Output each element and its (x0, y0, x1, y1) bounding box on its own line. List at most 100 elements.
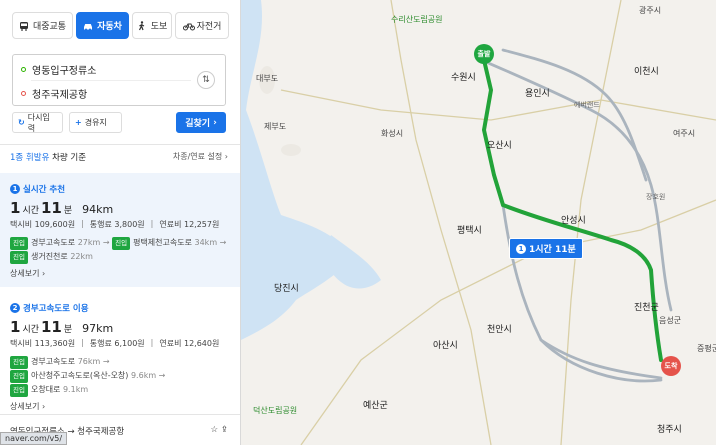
end-marker[interactable]: 도착 (661, 356, 681, 376)
walk-icon (137, 20, 147, 31)
badge-time: 1시간 11분 (529, 245, 576, 255)
place-label: 아산시 (433, 341, 458, 351)
place-label: 오산시 (487, 141, 512, 151)
route-title-text: 실시간 추천 (23, 185, 66, 195)
origin-field[interactable]: 영동입구정류소 (21, 62, 96, 77)
footer-icons: ☆ ⇪ (211, 425, 228, 437)
place-label: 에버랜드 (574, 101, 600, 109)
place-label: 이천시 (634, 67, 659, 77)
status-url: naver.com/v5/ (0, 432, 68, 445)
road-name: 아산청주고속도로(옥산-오창) (30, 371, 129, 380)
reset-button[interactable]: ↻ 다시입력 (12, 112, 63, 133)
place-label: 대부도 (256, 74, 279, 83)
route-costs: 택시비 113,360원 | 통행료 6,100원 | 연료비 12,640원 (10, 338, 230, 349)
plus-icon: + (75, 118, 82, 127)
route-costs: 택시비 109,600원 | 통행료 3,800원 | 연료비 12,257원 (10, 219, 230, 230)
swap-icon[interactable]: ⇅ (197, 71, 215, 89)
detail-link[interactable]: 상세보기 › (10, 401, 230, 412)
minute-unit: 분 (63, 206, 73, 216)
arrow-icon: → (102, 357, 110, 366)
hours: 1 (10, 199, 21, 217)
road-name: 경부고속도로 (30, 357, 76, 366)
road-tag: 진입 (10, 384, 28, 397)
road-line (280, 89, 716, 121)
add-waypoint-button[interactable]: + 경유지 (69, 112, 122, 133)
road-tag: 진입 (10, 251, 28, 264)
origin-dot-icon (21, 67, 26, 72)
fuel-cost: 연료비 12,640원 (159, 339, 220, 348)
bus-icon (19, 21, 29, 31)
tab-car[interactable]: 자동차 (76, 12, 129, 39)
place-label: 제부도 (264, 122, 287, 131)
route-distance: 97km (82, 322, 114, 335)
chevron-right-icon: › (213, 117, 217, 128)
toll-fee: 통행료 3,800원 (89, 220, 145, 229)
destination-dot-icon (21, 91, 26, 96)
place-label: 덕산도립공원 (253, 406, 298, 415)
refresh-icon: ↻ (18, 118, 25, 127)
place-label: 음성군 (659, 316, 682, 325)
tab-label: 자전거 (196, 22, 222, 32)
tab-label: 자동차 (97, 22, 122, 32)
road-distance: 34km (194, 238, 218, 247)
place-label: 진천군 (634, 303, 659, 313)
search-route-button[interactable]: 길찾기 › (176, 112, 226, 133)
road-name: 생거진천로 (30, 252, 68, 261)
road-tag: 진입 (10, 370, 28, 383)
alt-route (501, 48, 648, 182)
toll-fee: 통행료 6,100원 (89, 339, 145, 348)
place-label: 수리산도립공원 (391, 15, 443, 24)
tab-transit[interactable]: 대중교통 (12, 12, 73, 39)
tab-walk[interactable]: 도보 (132, 12, 172, 39)
cost-sep: | (150, 338, 154, 347)
transport-tabs: 대중교통 자동차 도보 자전거 (0, 0, 240, 39)
tab-bike[interactable]: 자전거 (175, 12, 229, 39)
route-card-1[interactable]: 1 실시간 추천 1 시간 11 분 94km 택시비 109,600원 | 통행료… (0, 173, 240, 287)
detail-label: 상세보기 (10, 269, 40, 278)
condition-basis: 차량 기준 (52, 153, 87, 163)
detail-label: 상세보기 (10, 402, 40, 411)
waypoint-label: 경유지 (84, 118, 107, 127)
route-time-badge[interactable]: 1 1시간 11분 (509, 238, 583, 259)
destination-field[interactable]: 청주국제공항 (21, 86, 87, 101)
start-marker[interactable]: 출발 (474, 44, 494, 64)
place-label: 용인시 (525, 89, 550, 99)
vehicle-settings-link[interactable]: 차종/연료 설정 › (173, 151, 228, 163)
road-tag: 진입 (10, 356, 28, 369)
detail-link[interactable]: 상세보기 › (10, 268, 230, 279)
road-distance: 27km (77, 238, 101, 247)
star-icon[interactable]: ☆ (211, 425, 219, 435)
arrow-icon: → (219, 238, 227, 247)
place-label: 평택시 (457, 226, 482, 236)
bay (325, 235, 381, 289)
route-distance: 94km (82, 203, 114, 216)
place-label: 여주시 (673, 129, 696, 138)
road-name: 경부고속도로 (30, 238, 76, 247)
arrow-icon: → (102, 238, 110, 247)
tab-label: 도보 (150, 22, 168, 32)
hours: 1 (10, 318, 21, 336)
share-icon[interactable]: ⇪ (221, 425, 228, 435)
fuel-type: 1종 휘발유 (10, 153, 50, 163)
road-name: 평택제천고속도로 (133, 238, 192, 247)
road-list: 진입 경부고속도로 27km → 진입 평택제천고속도로 34km → 진입 생거진천… (10, 236, 230, 264)
road-distance: 22km (70, 252, 93, 261)
route-title: 2 경부고속도로 이용 (10, 302, 230, 314)
route-number: 2 (10, 303, 20, 313)
map-view[interactable]: 수리산도립공원 광주시 대부도 수원시 용인시 이천시 에버랜드 제부도 화성시… (241, 0, 716, 445)
route-card-2[interactable]: 2 경부고속도로 이용 1 시간 11 분 97km 택시비 113,360원 | … (0, 292, 240, 412)
vehicle-condition: 1종 휘발유 차량 기준 차종/연료 설정 › (10, 151, 228, 163)
cost-sep: | (81, 219, 84, 228)
road-tag: 진입 (112, 237, 131, 250)
place-label: 천안시 (487, 325, 512, 335)
hour-unit: 시간 (22, 325, 39, 335)
route-input-box: 영동입구정류소 청주국제공항 ⇅ (12, 54, 226, 106)
cost-sep: | (81, 338, 84, 347)
route-time: 1 시간 11 분 97km (10, 318, 230, 336)
fuel-cost: 연료비 12,257원 (159, 220, 220, 229)
road-distance: 76km (77, 357, 101, 366)
route-title-text: 경부고속도로 이용 (23, 304, 89, 314)
destination-value: 청주국제공항 (32, 90, 88, 101)
place-label: 예산군 (363, 401, 388, 411)
road-distance: 9.6km (130, 371, 157, 380)
